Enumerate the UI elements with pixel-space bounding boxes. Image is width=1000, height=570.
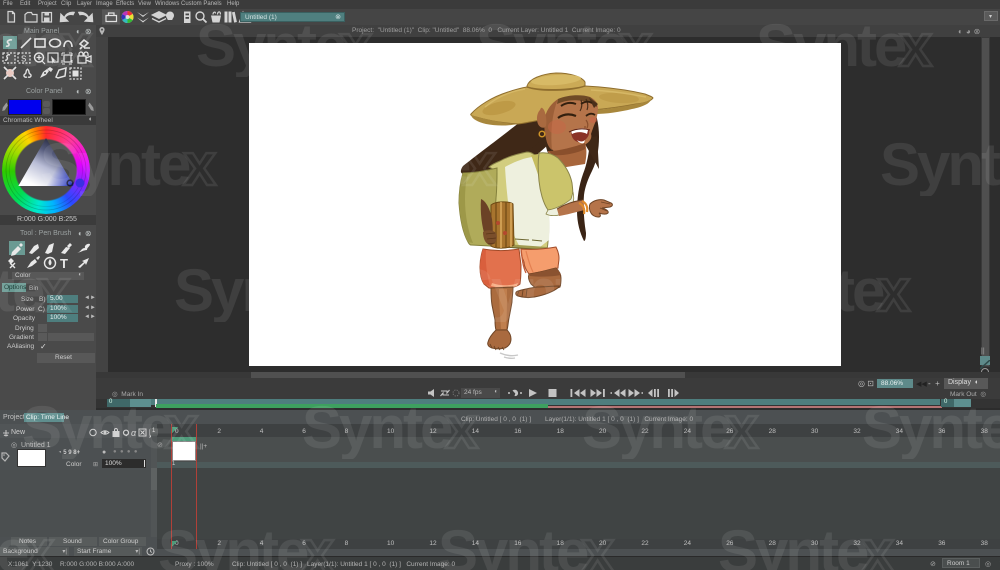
svg-text:Synte: Synte bbox=[582, 397, 732, 459]
svg-text:x: x bbox=[743, 134, 776, 196]
svg-text:Synte: Synte bbox=[600, 134, 750, 196]
svg-text:x: x bbox=[317, 260, 350, 322]
svg-text:Synte: Synte bbox=[22, 397, 172, 459]
svg-text:Synte: Synte bbox=[302, 397, 452, 459]
svg-text:x: x bbox=[37, 260, 70, 322]
svg-text:x: x bbox=[619, 15, 652, 77]
svg-text:Synte: Synte bbox=[174, 260, 324, 322]
svg-text:x: x bbox=[877, 260, 910, 322]
svg-text:x: x bbox=[301, 521, 334, 570]
svg-text:x: x bbox=[463, 134, 496, 196]
svg-text:x: x bbox=[861, 521, 894, 570]
svg-text:Synte: Synte bbox=[0, 15, 66, 77]
svg-text:Synte: Synte bbox=[880, 134, 1000, 196]
svg-text:x: x bbox=[445, 397, 478, 459]
svg-text:Synte: Synte bbox=[476, 15, 626, 77]
svg-text:Synte: Synte bbox=[40, 134, 190, 196]
svg-text:x: x bbox=[183, 134, 216, 196]
svg-text:Synte: Synte bbox=[438, 521, 588, 570]
svg-text:Synte: Synte bbox=[454, 260, 604, 322]
svg-text:x: x bbox=[339, 15, 372, 77]
svg-text:x: x bbox=[725, 397, 758, 459]
svg-text:Synte: Synte bbox=[862, 397, 1000, 459]
svg-text:Synte: Synte bbox=[320, 134, 470, 196]
svg-text:Synte: Synte bbox=[718, 521, 868, 570]
svg-text:x: x bbox=[581, 521, 614, 570]
svg-text:Synte: Synte bbox=[158, 521, 308, 570]
svg-text:x: x bbox=[21, 521, 54, 570]
svg-text:x: x bbox=[59, 15, 92, 77]
svg-text:Synte: Synte bbox=[734, 260, 884, 322]
svg-text:Synte: Synte bbox=[756, 15, 906, 77]
svg-text:Synte: Synte bbox=[196, 15, 346, 77]
svg-text:x: x bbox=[165, 397, 198, 459]
svg-text:x: x bbox=[899, 15, 932, 77]
svg-text:x: x bbox=[597, 260, 630, 322]
